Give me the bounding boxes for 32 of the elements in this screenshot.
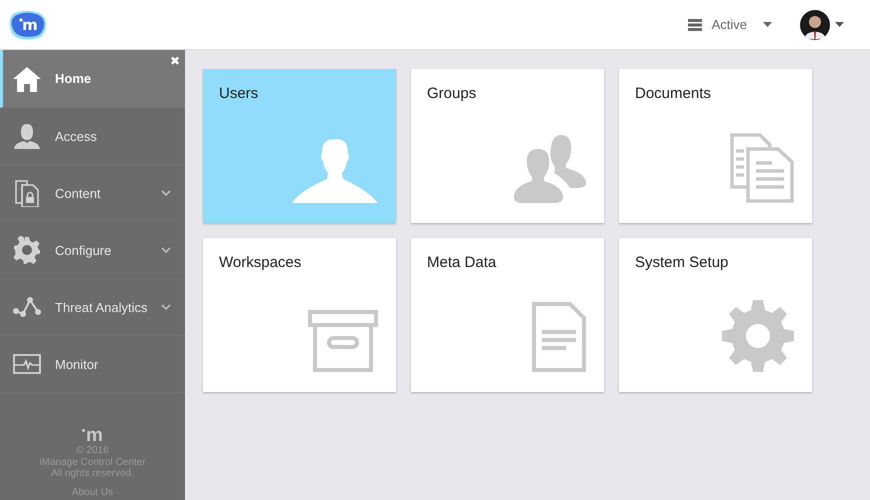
tile-card[interactable]: Users bbox=[203, 69, 396, 223]
close-button[interactable]: ✖ bbox=[170, 54, 180, 68]
gear-icon bbox=[13, 236, 41, 264]
user-menu-button[interactable] bbox=[800, 10, 844, 40]
user-silhouette-icon bbox=[292, 139, 378, 203]
tile-card[interactable]: Workspaces bbox=[203, 238, 396, 392]
tile-card[interactable]: Documents bbox=[619, 69, 812, 223]
people-icon bbox=[514, 135, 586, 203]
avatar-icon bbox=[800, 10, 830, 40]
list-icon bbox=[688, 18, 702, 30]
status-dropdown[interactable]: Active bbox=[684, 13, 776, 36]
documents-icon bbox=[730, 133, 794, 203]
tile-title: Users bbox=[219, 85, 258, 102]
caret-icon bbox=[763, 22, 772, 27]
tile-card[interactable]: Groups bbox=[411, 69, 604, 223]
locked-document-icon bbox=[13, 179, 41, 207]
archive-box-icon bbox=[308, 310, 378, 372]
person-icon bbox=[13, 122, 41, 150]
document-icon bbox=[532, 302, 586, 372]
tile-card[interactable]: System Setup bbox=[619, 238, 812, 392]
logo-icon: m bbox=[8, 8, 48, 40]
gear-icon bbox=[722, 300, 794, 372]
home-icon bbox=[13, 64, 41, 92]
tile-title: Meta Data bbox=[427, 254, 496, 271]
tile-title: Groups bbox=[427, 85, 476, 102]
tile-title: Workspaces bbox=[219, 254, 302, 271]
tile-title: Documents bbox=[635, 85, 711, 102]
footer-logo: m bbox=[82, 427, 103, 445]
tile-card[interactable]: Meta Data bbox=[411, 238, 604, 392]
tile-title: System Setup bbox=[635, 254, 728, 271]
caret-icon bbox=[835, 22, 844, 27]
nav-item[interactable]: Configure bbox=[0, 222, 185, 279]
